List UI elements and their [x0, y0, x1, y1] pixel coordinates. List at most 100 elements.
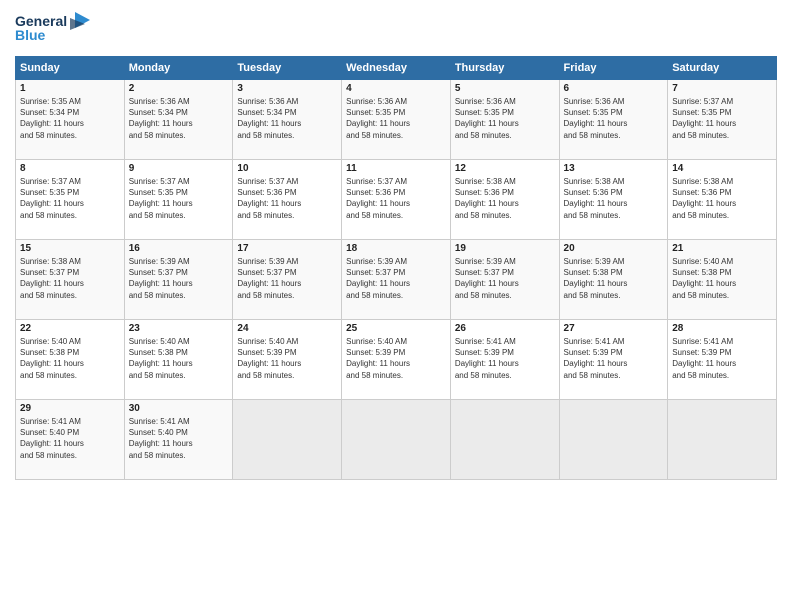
day-number: 23 — [129, 323, 229, 334]
day-number: 3 — [237, 83, 337, 94]
header-thursday: Thursday — [450, 57, 559, 80]
day-number: 21 — [672, 243, 772, 254]
cell-2-2: 10 Sunrise: 5:37 AMSunset: 5:36 PMDayligh… — [233, 160, 342, 240]
cell-3-6: 21 Sunrise: 5:40 AMSunset: 5:38 PMDayligh… — [668, 240, 777, 320]
cell-1-2: 3 Sunrise: 5:36 AMSunset: 5:34 PMDaylight… — [233, 80, 342, 160]
day-number: 9 — [129, 163, 229, 174]
cell-5-5 — [559, 400, 668, 480]
day-number: 28 — [672, 323, 772, 334]
week-row-2: 8 Sunrise: 5:37 AMSunset: 5:35 PMDaylight… — [16, 160, 777, 240]
cell-5-6 — [668, 400, 777, 480]
cell-5-4 — [450, 400, 559, 480]
svg-text:Blue: Blue — [15, 27, 46, 43]
cell-info: Sunrise: 5:35 AMSunset: 5:34 PMDaylight:… — [20, 96, 120, 141]
day-number: 20 — [564, 243, 664, 254]
day-number: 30 — [129, 403, 229, 414]
week-row-1: 1Sunrise: 5:35 AMSunset: 5:34 PMDaylight… — [16, 80, 777, 160]
day-number: 5 — [455, 83, 555, 94]
cell-info: Sunrise: 5:41 AMSunset: 5:39 PMDaylight:… — [672, 336, 772, 381]
cell-info: Sunrise: 5:39 AMSunset: 5:38 PMDaylight:… — [564, 256, 664, 301]
day-number: 13 — [564, 163, 664, 174]
cell-info: Sunrise: 5:37 AMSunset: 5:36 PMDaylight:… — [237, 176, 337, 221]
cell-info: Sunrise: 5:41 AMSunset: 5:40 PMDaylight:… — [20, 416, 120, 461]
page: GeneralBlue SundayMondayTuesdayWednesday… — [0, 0, 792, 612]
cell-info: Sunrise: 5:40 AMSunset: 5:38 PMDaylight:… — [20, 336, 120, 381]
day-number: 8 — [20, 163, 120, 174]
day-number: 16 — [129, 243, 229, 254]
cell-1-3: 4Sunrise: 5:36 AMSunset: 5:35 PMDaylight… — [342, 80, 451, 160]
day-number: 29 — [20, 403, 120, 414]
day-number: 14 — [672, 163, 772, 174]
cell-4-5: 27 Sunrise: 5:41 AMSunset: 5:39 PMDayligh… — [559, 320, 668, 400]
day-number: 27 — [564, 323, 664, 334]
day-number: 17 — [237, 243, 337, 254]
day-number: 26 — [455, 323, 555, 334]
cell-2-1: 9 Sunrise: 5:37 AMSunset: 5:35 PMDaylight… — [124, 160, 233, 240]
cell-1-4: 5 Sunrise: 5:36 AMSunset: 5:35 PMDaylight… — [450, 80, 559, 160]
cell-3-2: 17 Sunrise: 5:39 AMSunset: 5:37 PMDayligh… — [233, 240, 342, 320]
header: GeneralBlue — [15, 10, 777, 48]
cell-info: Sunrise: 5:39 AMSunset: 5:37 PMDaylight:… — [129, 256, 229, 301]
day-number: 10 — [237, 163, 337, 174]
cell-3-4: 19 Sunrise: 5:39 AMSunset: 5:37 PMDayligh… — [450, 240, 559, 320]
cell-info: Sunrise: 5:36 AMSunset: 5:34 PMDaylight:… — [237, 96, 337, 141]
day-number: 2 — [129, 83, 229, 94]
cell-info: Sunrise: 5:41 AMSunset: 5:39 PMDaylight:… — [564, 336, 664, 381]
cell-info: Sunrise: 5:37 AMSunset: 5:35 PMDaylight:… — [672, 96, 772, 141]
cell-info: Sunrise: 5:37 AMSunset: 5:35 PMDaylight:… — [129, 176, 229, 221]
cell-1-1: 2 Sunrise: 5:36 AMSunset: 5:34 PMDaylight… — [124, 80, 233, 160]
day-number: 22 — [20, 323, 120, 334]
cell-info: Sunrise: 5:40 AMSunset: 5:38 PMDaylight:… — [672, 256, 772, 301]
day-number: 24 — [237, 323, 337, 334]
cell-4-6: 28 Sunrise: 5:41 AMSunset: 5:39 PMDayligh… — [668, 320, 777, 400]
cell-2-6: 14Sunrise: 5:38 AMSunset: 5:36 PMDayligh… — [668, 160, 777, 240]
cell-5-3 — [342, 400, 451, 480]
logo: GeneralBlue — [15, 10, 95, 48]
cell-info: Sunrise: 5:37 AMSunset: 5:36 PMDaylight:… — [346, 176, 446, 221]
cell-3-3: 18 Sunrise: 5:39 AMSunset: 5:37 PMDayligh… — [342, 240, 451, 320]
cell-info: Sunrise: 5:36 AMSunset: 5:34 PMDaylight:… — [129, 96, 229, 141]
cell-info: Sunrise: 5:41 AMSunset: 5:39 PMDaylight:… — [455, 336, 555, 381]
cell-5-1: 30 Sunrise: 5:41 AMSunset: 5:40 PMDayligh… — [124, 400, 233, 480]
cell-info: Sunrise: 5:40 AMSunset: 5:38 PMDaylight:… — [129, 336, 229, 381]
day-number: 7 — [672, 83, 772, 94]
cell-5-0: 29 Sunrise: 5:41 AMSunset: 5:40 PMDayligh… — [16, 400, 125, 480]
cell-info: Sunrise: 5:40 AMSunset: 5:39 PMDaylight:… — [346, 336, 446, 381]
day-number: 6 — [564, 83, 664, 94]
cell-1-0: 1Sunrise: 5:35 AMSunset: 5:34 PMDaylight… — [16, 80, 125, 160]
cell-1-6: 7 Sunrise: 5:37 AMSunset: 5:35 PMDaylight… — [668, 80, 777, 160]
cell-3-0: 15 Sunrise: 5:38 AMSunset: 5:37 PMDayligh… — [16, 240, 125, 320]
header-friday: Friday — [559, 57, 668, 80]
cell-info: Sunrise: 5:39 AMSunset: 5:37 PMDaylight:… — [455, 256, 555, 301]
cell-info: Sunrise: 5:36 AMSunset: 5:35 PMDaylight:… — [455, 96, 555, 141]
cell-4-0: 22 Sunrise: 5:40 AMSunset: 5:38 PMDayligh… — [16, 320, 125, 400]
header-wednesday: Wednesday — [342, 57, 451, 80]
cell-info: Sunrise: 5:38 AMSunset: 5:37 PMDaylight:… — [20, 256, 120, 301]
cell-2-5: 13 Sunrise: 5:38 AMSunset: 5:36 PMDayligh… — [559, 160, 668, 240]
cell-info: Sunrise: 5:41 AMSunset: 5:40 PMDaylight:… — [129, 416, 229, 461]
day-number: 25 — [346, 323, 446, 334]
day-number: 15 — [20, 243, 120, 254]
cell-info: Sunrise: 5:40 AMSunset: 5:39 PMDaylight:… — [237, 336, 337, 381]
week-row-5: 29 Sunrise: 5:41 AMSunset: 5:40 PMDayligh… — [16, 400, 777, 480]
cell-2-3: 11Sunrise: 5:37 AMSunset: 5:36 PMDayligh… — [342, 160, 451, 240]
day-number: 12 — [455, 163, 555, 174]
cell-info: Sunrise: 5:37 AMSunset: 5:35 PMDaylight:… — [20, 176, 120, 221]
day-number: 19 — [455, 243, 555, 254]
cell-info: Sunrise: 5:38 AMSunset: 5:36 PMDaylight:… — [455, 176, 555, 221]
cell-info: Sunrise: 5:39 AMSunset: 5:37 PMDaylight:… — [346, 256, 446, 301]
header-sunday: Sunday — [16, 57, 125, 80]
cell-2-0: 8 Sunrise: 5:37 AMSunset: 5:35 PMDaylight… — [16, 160, 125, 240]
header-monday: Monday — [124, 57, 233, 80]
cell-5-2 — [233, 400, 342, 480]
header-row: SundayMondayTuesdayWednesdayThursdayFrid… — [16, 57, 777, 80]
calendar-table: SundayMondayTuesdayWednesdayThursdayFrid… — [15, 56, 777, 480]
cell-4-4: 26 Sunrise: 5:41 AMSunset: 5:39 PMDayligh… — [450, 320, 559, 400]
day-number: 18 — [346, 243, 446, 254]
logo-svg: GeneralBlue — [15, 10, 95, 48]
week-row-3: 15 Sunrise: 5:38 AMSunset: 5:37 PMDayligh… — [16, 240, 777, 320]
cell-info: Sunrise: 5:38 AMSunset: 5:36 PMDaylight:… — [564, 176, 664, 221]
cell-1-5: 6Sunrise: 5:36 AMSunset: 5:35 PMDaylight… — [559, 80, 668, 160]
cell-info: Sunrise: 5:39 AMSunset: 5:37 PMDaylight:… — [237, 256, 337, 301]
cell-2-4: 12 Sunrise: 5:38 AMSunset: 5:36 PMDayligh… — [450, 160, 559, 240]
